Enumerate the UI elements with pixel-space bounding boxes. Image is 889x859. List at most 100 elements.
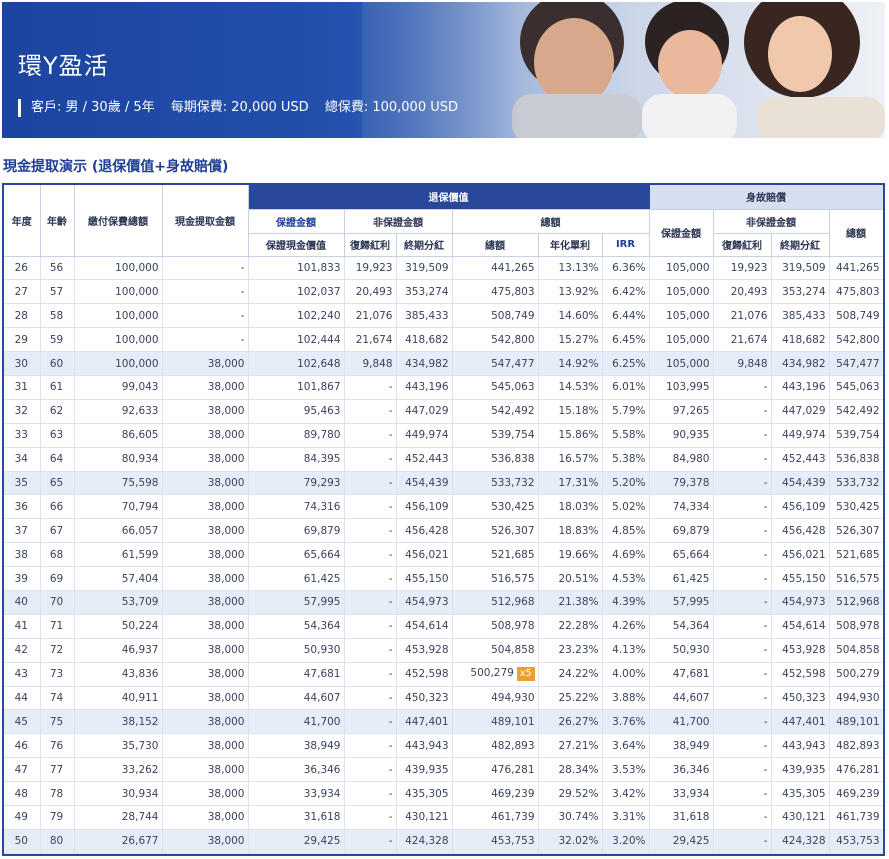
cell-total-amount-value: 530,425 [491, 500, 535, 513]
cell-age: 63 [40, 423, 75, 448]
table-row: 49 79 28,744 38,000 31,618-430,121 461,739 30.… [4, 805, 883, 830]
cell-death-guaranteed-value: 41,700 [672, 715, 710, 728]
cell-total-amount: 475,803 [452, 279, 539, 305]
cell-premium-paid: 35,730 [74, 733, 163, 759]
cell-irr: 6.44% [602, 303, 650, 329]
cell-age: 80 [40, 829, 75, 854]
table-row: 34 64 80,934 38,000 84,395-452,443 536,838 16.… [4, 447, 883, 472]
premium-per-period: 每期保費: 20,000 USD [170, 100, 309, 115]
cell-death-guaranteed: 97,265 [649, 399, 714, 424]
cell-death-total-value: 547,477 [836, 357, 880, 370]
cell-reversionary-bonus: - [344, 662, 397, 687]
cell-terminal-dividend: 450,323 [396, 686, 453, 711]
cell-guaranteed-cash-value: 29,425 [248, 829, 345, 854]
cell-terminal-dividend: 443,943 [396, 733, 453, 759]
cell-total-amount-value: 508,749 [491, 309, 535, 322]
cell-death-terminal: 452,443 [771, 447, 830, 472]
cell-death-guaranteed-value: 65,664 [672, 548, 710, 561]
cell-total-amount-value: 526,307 [491, 524, 535, 537]
cell-death-total: 542,492 [829, 399, 883, 424]
cell-premium-paid-value: 100,000 [115, 261, 159, 274]
cell-premium-paid-value: 30,934 [121, 787, 159, 800]
cell-death-reversionary: - [713, 662, 772, 687]
cell-premium-paid: 70,794 [74, 494, 163, 520]
cell-terminal-dividend: 454,973 [396, 590, 453, 615]
cell-age-value: 72 [49, 644, 64, 657]
cell-year: 28 [4, 303, 41, 329]
cell-year: 42 [4, 638, 41, 663]
cell-terminal-dividend-value: 424,328 [405, 835, 449, 848]
cell-death-reversionary: - [713, 805, 772, 830]
cell-irr: 6.25% [602, 351, 650, 376]
cell-withdrawal: 38,000 [162, 614, 249, 639]
cell-premium-paid-value: 66,057 [121, 524, 159, 537]
cell-year: 46 [4, 733, 41, 759]
cell-death-guaranteed: 105,000 [649, 256, 714, 281]
cell-death-reversionary: - [713, 518, 772, 544]
cell-death-guaranteed: 105,000 [649, 327, 714, 353]
cell-death-terminal: 353,274 [771, 279, 830, 305]
cell-terminal-dividend: 443,196 [396, 375, 453, 400]
cell-reversionary-bonus-value: - [388, 572, 393, 585]
cell-withdrawal: 38,000 [162, 686, 249, 711]
cell-death-total-value: 461,739 [836, 811, 880, 824]
cell-death-terminal: 434,982 [771, 351, 830, 376]
cell-death-total-value: 542,492 [836, 405, 880, 418]
cell-irr-value: 6.01% [612, 381, 646, 394]
cell-year: 45 [4, 709, 41, 735]
cell-age-value: 69 [49, 572, 64, 585]
cell-irr-value: 4.39% [612, 596, 646, 609]
cell-total-amount-value: 500,279 [470, 667, 514, 680]
cell-guaranteed-cash-value: 101,867 [248, 375, 345, 400]
table-row: 37 67 66,057 38,000 69,879-456,428 526,307 18.… [4, 518, 883, 544]
cell-reversionary-bonus: 21,076 [344, 303, 397, 329]
cell-total-amount-value: 516,575 [491, 572, 535, 585]
cell-death-total: 461,739 [829, 805, 883, 830]
cell-death-reversionary: - [713, 566, 772, 591]
cell-death-guaranteed: 57,995 [649, 590, 714, 615]
cell-age: 60 [40, 351, 75, 376]
cell-irr: 3.76% [602, 709, 650, 735]
cell-annual-simple-value: 15.18% [558, 405, 599, 418]
cell-death-reversionary: - [713, 447, 772, 472]
cell-guaranteed-cash-value-value: 54,364 [303, 620, 341, 633]
cell-age: 64 [40, 447, 75, 472]
cell-death-guaranteed-value: 31,618 [672, 811, 710, 824]
cell-year-value: 36 [14, 500, 28, 513]
cell-withdrawal-value: 38,000 [207, 715, 245, 728]
cell-terminal-dividend-value: 453,928 [405, 644, 449, 657]
cell-death-reversionary-value: - [763, 739, 768, 752]
cell-terminal-dividend-value: 452,598 [405, 668, 449, 681]
cell-total-amount-value: 521,685 [491, 548, 535, 561]
cell-withdrawal: 38,000 [162, 757, 249, 783]
cell-guaranteed-cash-value-value: 41,700 [303, 715, 341, 728]
cell-death-guaranteed: 105,000 [649, 351, 714, 376]
cell-annual-simple: 15.18% [538, 399, 603, 424]
cell-death-terminal-value: 319,509 [782, 261, 826, 274]
cell-premium-paid-value: 53,709 [121, 596, 159, 609]
cell-death-reversionary: - [713, 733, 772, 759]
cell-annual-simple: 19.66% [538, 542, 603, 568]
cell-total-amount-value: 542,492 [491, 405, 535, 418]
cell-death-terminal: 450,323 [771, 686, 830, 711]
cell-irr-value: 6.44% [612, 309, 646, 322]
cell-death-terminal-value: 456,428 [782, 524, 826, 537]
cell-reversionary-bonus-value: 20,493 [355, 285, 393, 298]
cell-premium-paid-value: 57,404 [121, 572, 159, 585]
cell-year: 48 [4, 781, 41, 806]
cell-withdrawal: 38,000 [162, 638, 249, 663]
cell-annual-simple: 22.28% [538, 614, 603, 639]
cell-annual-simple: 14.92% [538, 351, 603, 376]
cell-death-total-value: 545,063 [836, 381, 880, 394]
cell-death-terminal: 319,509 [771, 256, 830, 281]
cell-death-reversionary-value: - [763, 668, 768, 681]
cell-death-terminal-value: 452,443 [782, 453, 826, 466]
cell-guaranteed-cash-value: 102,037 [248, 279, 345, 305]
cell-death-guaranteed-value: 61,425 [672, 572, 710, 585]
cell-terminal-dividend-value: 447,029 [405, 405, 449, 418]
cell-death-terminal: 456,109 [771, 494, 830, 520]
cell-death-reversionary: - [713, 375, 772, 400]
cell-guaranteed-cash-value-value: 101,867 [297, 381, 341, 394]
cell-death-guaranteed: 90,935 [649, 423, 714, 448]
cell-irr-value: 5.58% [612, 429, 646, 442]
